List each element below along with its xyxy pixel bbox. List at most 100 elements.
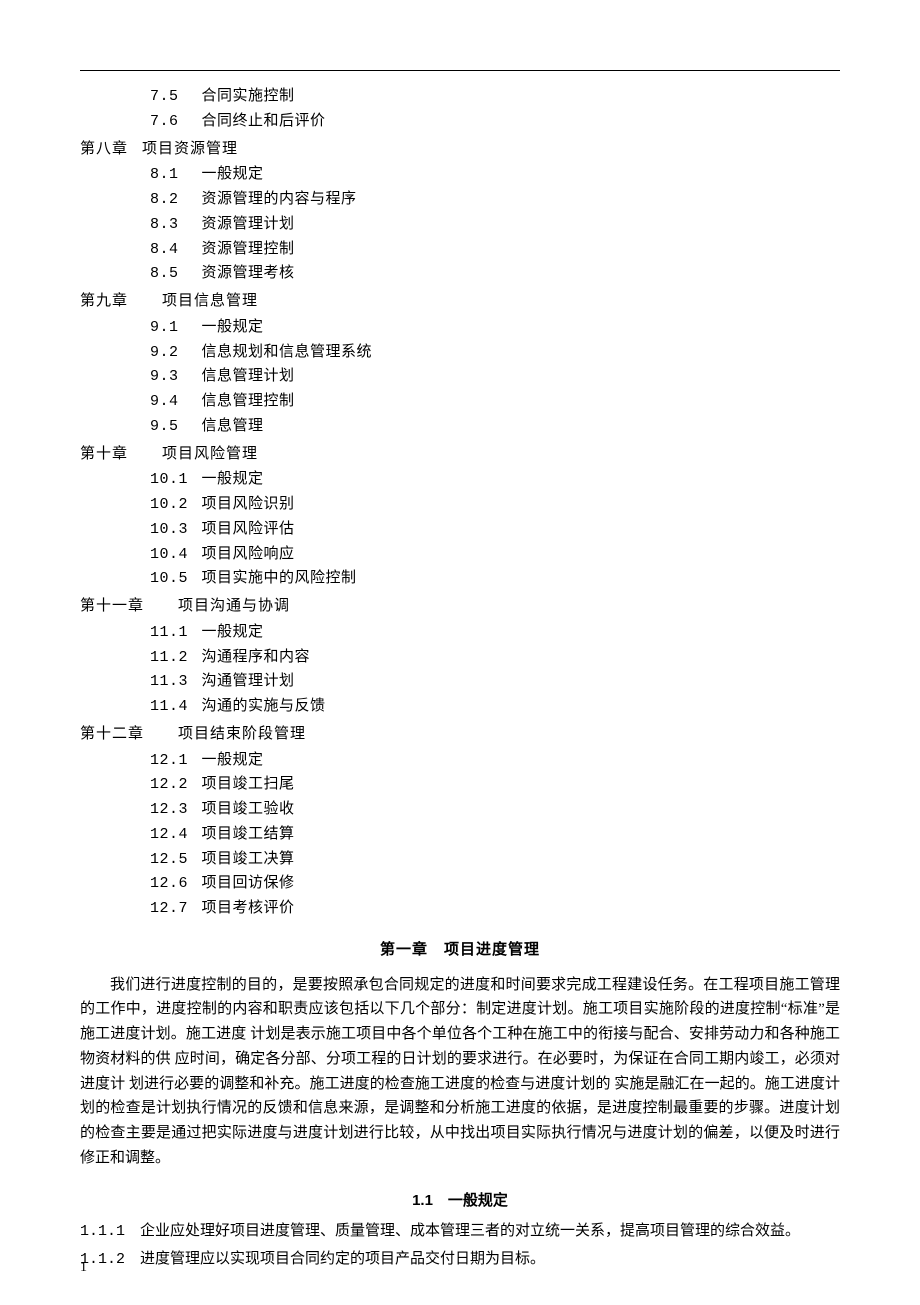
toc-sub-item: 8.3 资源管理计划 [150,213,840,238]
toc-chapter-heading: 第十二章 项目结束阶段管理 [80,722,840,747]
clause-text: 进度管理应以实现项目合同约定的项目产品交付日期为目标。 [125,1251,545,1267]
toc-body: 第八章项目资源管理8.1 一般规定8.2 资源管理的内容与程序8.3 资源管理计… [80,137,840,922]
toc-sub-title: 合同实施控制 [202,88,295,105]
toc-sub-item: 7.5 合同实施控制 [150,85,840,110]
toc-sub-num: 11.1 [150,621,192,646]
toc-sub-title: 信息管理 [202,418,264,435]
toc-sub-item: 9.2 信息规划和信息管理系统 [150,341,840,366]
toc-sub-title: 资源管理计划 [202,216,295,233]
toc-sub-title: 一般规定 [202,319,264,336]
toc-sub-title: 项目竣工决算 [202,851,295,868]
toc-chapter-title: 项目风险管理 [162,446,258,462]
toc-sub-item: 11.2 沟通程序和内容 [150,646,840,671]
toc-sub-item: 10.2 项目风险识别 [150,493,840,518]
toc-sub-item: 12.1 一般规定 [150,749,840,774]
clause-number: 1.1.1 [80,1223,125,1240]
toc-sub-title: 信息管理控制 [202,393,295,410]
clause-list: 1.1.1 企业应处理好项目进度管理、质量管理、成本管理三者的对立统一关系，提高… [80,1219,840,1273]
toc-sub-num: 8.1 [150,163,192,188]
toc-sub-item: 10.5 项目实施中的风险控制 [150,567,840,592]
chapter-1-intro: 我们进行进度控制的目的，是要按照承包合同规定的进度和时间要求完成工程建设任务。在… [80,973,840,1171]
toc-sub-num: 10.5 [150,567,192,592]
toc-chapter-heading: 第八章项目资源管理 [80,137,840,162]
toc-sub-num: 7.5 [150,85,192,110]
toc-chapter-number: 第十一章 [80,594,144,619]
toc-sub-num: 9.2 [150,341,192,366]
toc-sub-num: 12.4 [150,823,192,848]
toc-sub-num: 8.4 [150,238,192,263]
toc-chapter-title: 项目沟通与协调 [178,598,290,614]
toc-sub-item: 11.4 沟通的实施与反馈 [150,695,840,720]
toc-sub-num: 11.2 [150,646,192,671]
toc-sub-num: 11.4 [150,695,192,720]
toc-sub-item: 8.4 资源管理控制 [150,238,840,263]
toc-sub-title: 信息规划和信息管理系统 [202,344,373,361]
toc-sub-num: 10.4 [150,543,192,568]
clause: 1.1.1 企业应处理好项目进度管理、质量管理、成本管理三者的对立统一关系，提高… [80,1219,840,1245]
clause: 1.1.2 进度管理应以实现项目合同约定的项目产品交付日期为目标。 [80,1247,840,1273]
toc-sub-num: 10.2 [150,493,192,518]
chapter-1-title: 第一章 项目进度管理 [80,938,840,963]
toc-sub-num: 12.2 [150,773,192,798]
toc-sub-title: 一般规定 [202,624,264,641]
toc-sub-item: 12.2 项目竣工扫尾 [150,773,840,798]
toc-sub-num: 12.7 [150,897,192,922]
toc-sub-title: 项目竣工验收 [202,801,295,818]
toc-sub-num: 9.1 [150,316,192,341]
toc-sub-title: 项目回访保修 [202,875,295,892]
toc-sub-title: 资源管理的内容与程序 [202,191,357,208]
toc-pre: 7.5 合同实施控制7.6 合同终止和后评价 [80,85,840,135]
toc-sub-item: 9.3 信息管理计划 [150,365,840,390]
toc-sub-num: 10.3 [150,518,192,543]
toc-sub-num: 12.3 [150,798,192,823]
toc-sub-title: 资源管理考核 [202,265,295,282]
toc-sub-title: 项目风险响应 [202,546,295,563]
toc-sub-item: 8.5 资源管理考核 [150,262,840,287]
toc-sub-title: 沟通的实施与反馈 [202,698,326,715]
toc-sub-title: 项目竣工结算 [202,826,295,843]
toc-sub-title: 项目风险识别 [202,496,295,513]
toc-chapter-title: 项目信息管理 [162,293,258,309]
toc-sub-title: 项目考核评价 [202,900,295,917]
toc-sub-item: 10.3 项目风险评估 [150,518,840,543]
toc-sub-item: 9.4 信息管理控制 [150,390,840,415]
header-rule [80,70,840,71]
toc-chapter-heading: 第十一章 项目沟通与协调 [80,594,840,619]
toc-sub-title: 信息管理计划 [202,368,295,385]
toc-sub-num: 7.6 [150,110,192,135]
toc-sub-item: 12.3 项目竣工验收 [150,798,840,823]
toc-sub-title: 一般规定 [202,752,264,769]
toc-sub-title: 项目风险评估 [202,521,295,538]
toc-sub-num: 12.1 [150,749,192,774]
toc-sub-title: 合同终止和后评价 [202,113,326,130]
toc-sub-title: 一般规定 [202,471,264,488]
toc-sub-title: 一般规定 [202,166,264,183]
toc-sub-title: 项目竣工扫尾 [202,776,295,793]
toc-sub-item: 11.3 沟通管理计划 [150,670,840,695]
clause-text: 企业应处理好项目进度管理、质量管理、成本管理三者的对立统一关系，提高项目管理的综… [125,1223,800,1239]
toc-chapter-number: 第八章 [80,137,128,162]
toc-sub-item: 10.1 一般规定 [150,468,840,493]
toc-sub-num: 8.5 [150,262,192,287]
toc-sub-title: 项目实施中的风险控制 [202,570,357,587]
toc-sub-num: 12.6 [150,872,192,897]
toc-sub-num: 9.5 [150,415,192,440]
toc-chapter-number: 第九章 [80,289,128,314]
toc-sub-item: 12.5 项目竣工决算 [150,848,840,873]
toc-sub-item: 12.4 项目竣工结算 [150,823,840,848]
page-number: 1 [80,1256,87,1279]
toc-chapter-number: 第十章 [80,442,128,467]
toc-sub-title: 沟通管理计划 [202,673,295,690]
document-page: 7.5 合同实施控制7.6 合同终止和后评价 第八章项目资源管理8.1 一般规定… [0,0,920,1305]
toc-sub-num: 11.3 [150,670,192,695]
toc-chapter-title: 项目资源管理 [142,141,238,157]
toc-sub-item: 9.1 一般规定 [150,316,840,341]
toc-sub-item: 10.4 项目风险响应 [150,543,840,568]
toc-chapter-title: 项目结束阶段管理 [178,726,306,742]
section-1-1-title: 1.1 一般规定 [80,1189,840,1214]
toc-chapter-number: 第十二章 [80,722,144,747]
toc-sub-title: 沟通程序和内容 [202,649,311,666]
toc-sub-num: 8.3 [150,213,192,238]
toc-sub-item: 7.6 合同终止和后评价 [150,110,840,135]
toc-sub-num: 10.1 [150,468,192,493]
